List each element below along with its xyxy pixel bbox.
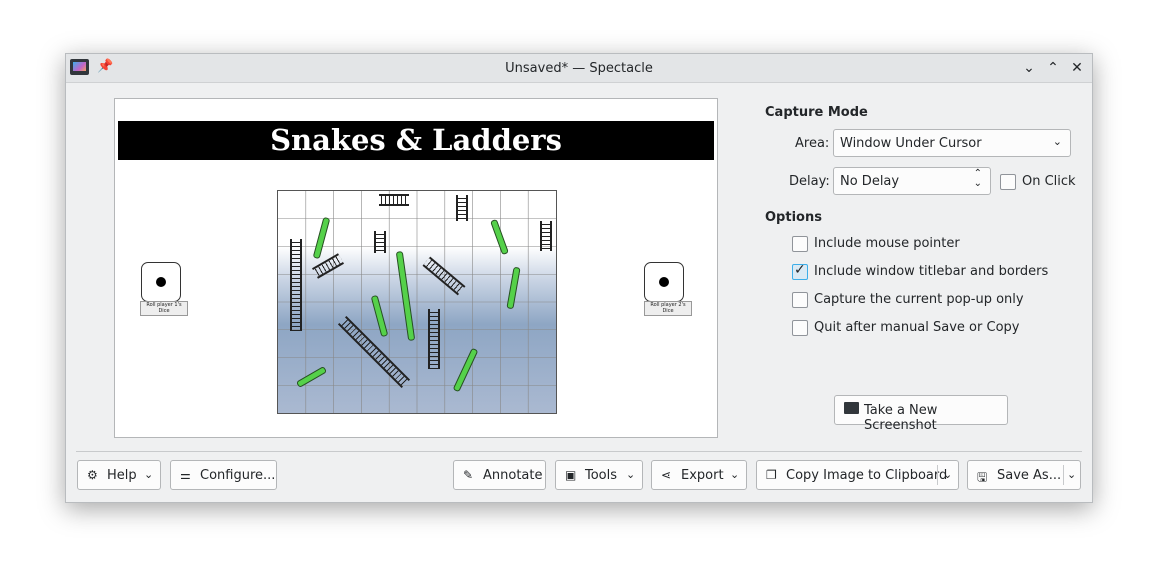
configure-icon: ⚌ [180,468,191,482]
preview-banner: Snakes & Ladders [118,121,714,160]
footer-divider [76,451,1082,452]
player2-die [644,262,684,302]
player1-die-label: Roll player 1's Dice [140,301,188,316]
quit-after-save-label[interactable]: Quit after manual Save or Copy [814,320,1019,335]
include-mouse-pointer-checkbox[interactable] [792,236,808,252]
quit-after-save-checkbox[interactable] [792,320,808,336]
include-titlebar-checkbox[interactable] [792,262,808,280]
save-icon: 🖫 [977,470,988,484]
ladder [456,195,468,221]
game-board-image [277,190,557,414]
ladder [540,221,552,251]
capture-popup-checkbox[interactable] [792,292,808,308]
ladder [374,231,386,253]
chevron-down-icon: ⌄ [144,468,154,481]
screenshot-icon [844,402,859,414]
capture-popup-label[interactable]: Capture the current pop-up only [814,292,1024,307]
screenshot-preview[interactable]: Snakes & Ladders Roll player 1's Dice Ro… [114,98,718,438]
player2-die-label: Roll player 2's Dice [644,301,692,316]
window-title: Unsaved* — Spectacle [505,61,653,76]
copy-to-clipboard-button[interactable]: ❐ Copy Image to Clipboard ⌄ [756,460,959,490]
maximize-button[interactable]: ⌃ [1043,58,1063,78]
ladder [379,194,409,206]
spectacle-window: 📌 Unsaved* — Spectacle ⌄ ⌃ ✕ Snakes & La… [65,53,1093,503]
chevron-down-icon: ⌄ [1023,60,1035,76]
chevron-down-icon: ⌄ [730,468,740,481]
configure-button[interactable]: ⚌ Configure... [170,460,277,490]
share-icon: ⋖ [661,468,672,482]
close-icon: ✕ [1071,60,1083,76]
delay-spinbox[interactable]: No Delay ⌃ ⌄ [833,167,991,195]
area-label: Area: [795,136,830,151]
area-combobox[interactable]: Window Under Cursor ⌄ [833,129,1071,157]
chevron-down-icon[interactable]: ⌄ [943,468,952,481]
area-value: Window Under Cursor [840,136,982,151]
ladder [428,309,440,369]
spin-down-icon[interactable]: ⌄ [974,178,982,189]
tools-button[interactable]: ▣ Tools ⌄ [555,460,643,490]
chevron-up-icon: ⌃ [1047,60,1059,76]
include-titlebar-label[interactable]: Include window titlebar and borders [814,264,1048,279]
annotate-button[interactable]: ✎ Annotate [453,460,546,490]
on-click-label[interactable]: On Click [1022,174,1076,189]
chevron-down-icon: ⌄ [626,468,636,481]
delay-value: No Delay [840,174,900,189]
help-button[interactable]: ⚙ Help ⌄ [77,460,161,490]
chevron-down-icon: ⌄ [1052,135,1062,148]
delay-label: Delay: [789,174,830,189]
minimize-button[interactable]: ⌄ [1019,58,1039,78]
split-separator [1063,465,1064,485]
player1-die [141,262,181,302]
close-button[interactable]: ✕ [1067,58,1087,78]
chevron-down-icon[interactable]: ⌄ [1067,468,1076,481]
ladder [290,239,302,331]
capture-mode-heading: Capture Mode [765,105,868,120]
include-mouse-pointer-label[interactable]: Include mouse pointer [814,236,960,251]
titlebar[interactable]: 📌 Unsaved* — Spectacle ⌄ ⌃ ✕ [66,54,1092,83]
save-as-button[interactable]: 🖫 Save As... ⌄ [967,460,1081,490]
copy-icon: ❐ [766,468,777,482]
options-heading: Options [765,210,822,225]
on-click-checkbox[interactable] [1000,174,1016,190]
export-button[interactable]: ⋖ Export ⌄ [651,460,747,490]
split-separator [937,465,938,485]
take-new-screenshot-button[interactable]: Take a New Screenshot [834,395,1008,433]
toolbox-icon: ▣ [565,468,577,482]
help-icon: ⚙ [87,468,98,482]
annotate-icon: ✎ [463,468,474,482]
